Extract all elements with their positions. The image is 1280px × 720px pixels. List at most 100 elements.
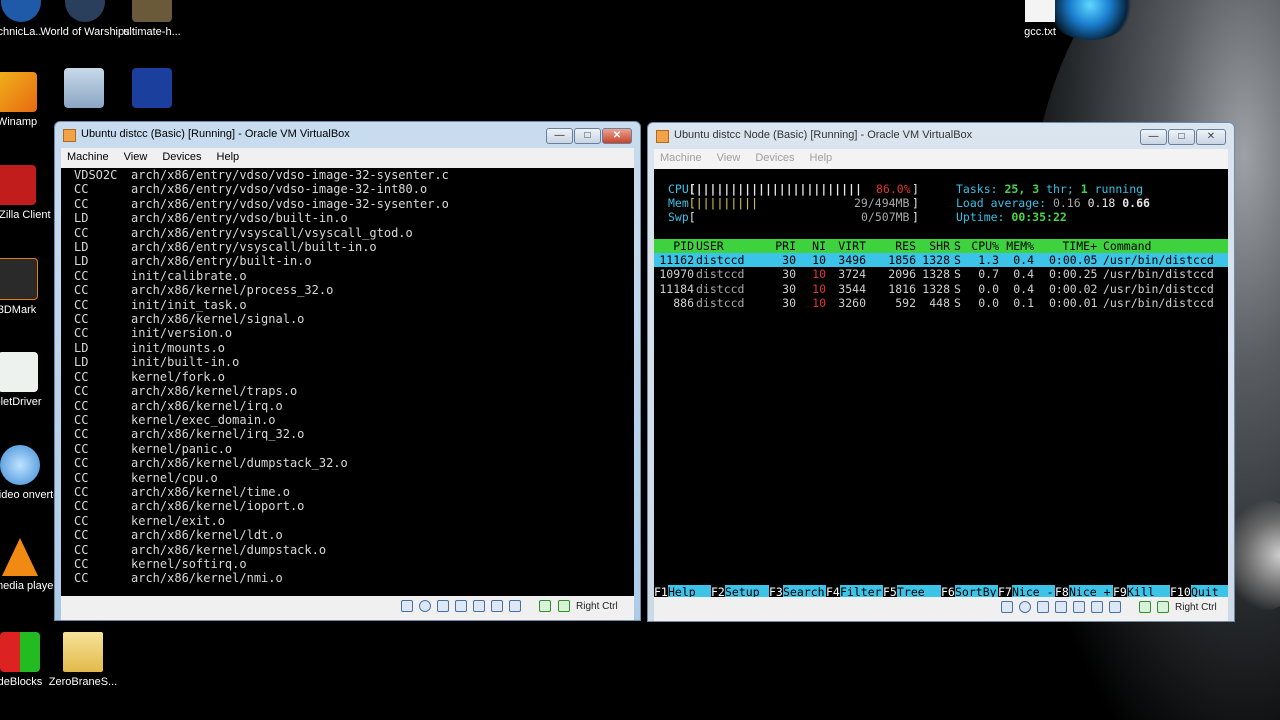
vm-screen[interactable]: VDSO2C arch/x86/entry/vdso/vdso-image-32-… bbox=[61, 168, 634, 596]
mouse-integration-icon[interactable] bbox=[558, 600, 570, 612]
audio-icon[interactable] bbox=[1037, 601, 1049, 613]
build-step-path: arch/x86/kernel/irq.o bbox=[131, 398, 283, 413]
vm-screen-htop[interactable]: CPU[|||||||||||||||||||||||| 86.0% ] Mem… bbox=[654, 169, 1228, 597]
build-step-tag: CC bbox=[74, 441, 89, 456]
fkey-label-search[interactable]: Search bbox=[783, 585, 825, 597]
fkey-label-filter[interactable]: Filter bbox=[840, 585, 882, 597]
network-icon[interactable] bbox=[1055, 601, 1067, 613]
fkey-f2[interactable]: F2 bbox=[711, 585, 725, 597]
mouse-integration-icon[interactable] bbox=[1157, 601, 1169, 613]
fkey-f1[interactable]: F1 bbox=[654, 585, 668, 597]
column-header-pid[interactable]: PID bbox=[654, 239, 694, 253]
column-header-shr[interactable]: SHR bbox=[920, 239, 950, 253]
shared-folders-icon[interactable] bbox=[491, 600, 503, 612]
display-icon[interactable] bbox=[509, 600, 521, 612]
desktop-icon-3dmark[interactable]: 3DMark bbox=[0, 258, 62, 317]
menu-view[interactable]: View bbox=[711, 149, 747, 167]
column-header-pri[interactable]: PRI bbox=[768, 239, 796, 253]
usb-icon[interactable] bbox=[473, 600, 485, 612]
network-icon[interactable] bbox=[455, 600, 467, 612]
audio-icon[interactable] bbox=[437, 600, 449, 612]
fkey-f6[interactable]: F6 bbox=[941, 585, 955, 597]
fkey-label-kill[interactable]: Kill bbox=[1127, 585, 1155, 597]
close-button[interactable]: ✕ bbox=[602, 128, 632, 144]
fkey-f4[interactable]: F4 bbox=[826, 585, 840, 597]
fkey-f9[interactable]: F9 bbox=[1113, 585, 1127, 597]
shared-folders-icon[interactable] bbox=[1091, 601, 1103, 613]
process-pid: 10970 bbox=[659, 267, 694, 282]
process-row[interactable]: 10970 distccd 30 10 3724 2096 1328 S 0.7 0.4 0:00.… bbox=[654, 267, 1228, 281]
title-bar[interactable]: Ubuntu distcc Node (Basic) [Running] - O… bbox=[648, 123, 1234, 149]
minimize-button[interactable]: — bbox=[1140, 129, 1167, 145]
build-step-tag: CC bbox=[74, 427, 89, 442]
menu-help[interactable]: Help bbox=[211, 148, 246, 166]
close-button[interactable]: ✕ bbox=[1196, 129, 1226, 145]
fkey-f3[interactable]: F3 bbox=[769, 585, 783, 597]
fkey-f5[interactable]: F5 bbox=[883, 585, 897, 597]
capture-icon[interactable] bbox=[1139, 601, 1151, 613]
build-step-tag: LD bbox=[74, 355, 89, 370]
optical-drive-icon[interactable] bbox=[419, 600, 431, 612]
column-header-time[interactable]: TIME+ bbox=[1049, 239, 1097, 253]
desktop-icon-partial-1[interactable] bbox=[62, 68, 106, 112]
column-header-res[interactable]: RES bbox=[876, 239, 916, 253]
title-bar[interactable]: Ubuntu distcc (Basic) [Running] - Oracle… bbox=[55, 122, 640, 148]
fkey-label-nice[interactable]: Nice - bbox=[1012, 585, 1054, 597]
video-converter-icon bbox=[0, 445, 40, 485]
process-virt: 3724 bbox=[838, 267, 866, 282]
menu-machine[interactable]: Machine bbox=[61, 148, 115, 166]
desktop-icon-gcc-txt[interactable]: gcc.txt bbox=[995, 0, 1085, 39]
desktop-icon-ultimate-h[interactable]: ultimate-h... bbox=[107, 0, 197, 39]
menu-devices[interactable]: Devices bbox=[156, 148, 207, 166]
desktop-icon-partial-2[interactable] bbox=[130, 68, 174, 112]
fkey-label-tree[interactable]: Tree bbox=[897, 585, 925, 597]
process-row[interactable]: 11184 distccd 30 10 3544 1816 1328 S 0.0 0.4 0:00.… bbox=[654, 282, 1228, 296]
column-header-mem[interactable]: MEM% bbox=[1004, 239, 1034, 253]
process-row[interactable]: 886 distccd 30 10 3260 592 448 S 0.0 0.1 0:00.01/u… bbox=[654, 296, 1228, 310]
hdd-icon[interactable] bbox=[1001, 601, 1013, 613]
build-step-path: arch/x86/kernel/nmi.o bbox=[131, 571, 283, 586]
menu-devices[interactable]: Devices bbox=[749, 149, 800, 167]
column-header-virt[interactable]: VIRT bbox=[830, 239, 866, 253]
menu-view[interactable]: View bbox=[118, 148, 154, 166]
process-mem: 0.4 bbox=[1013, 267, 1034, 282]
desktop-icon-filezilla[interactable]: FileZilla Client bbox=[0, 165, 61, 222]
fkey-label-quit[interactable]: Quit bbox=[1191, 585, 1219, 597]
build-step-path: arch/x86/kernel/irq_32.o bbox=[131, 427, 305, 442]
fkey-label-nice[interactable]: Nice + bbox=[1069, 585, 1111, 597]
column-header-s[interactable]: S bbox=[954, 239, 964, 253]
column-header-ni[interactable]: NI bbox=[804, 239, 826, 253]
process-cmd: /usr/bin/distccd bbox=[1103, 296, 1214, 311]
maximize-button[interactable]: □ bbox=[1168, 129, 1195, 145]
fkey-f8[interactable]: F8 bbox=[1055, 585, 1069, 597]
fkey-label-help[interactable]: Help bbox=[668, 585, 696, 597]
fkey-f10[interactable]: F10 bbox=[1170, 585, 1191, 597]
build-log-line: CC arch/x86/kernel/time.o bbox=[74, 485, 634, 499]
column-header-command[interactable]: Command bbox=[1103, 239, 1228, 253]
capture-icon[interactable] bbox=[539, 600, 551, 612]
minimize-button[interactable]: — bbox=[546, 128, 573, 144]
build-step-tag: CC bbox=[74, 571, 89, 586]
fkey-label-setup[interactable]: Setup bbox=[725, 585, 760, 597]
hdd-icon[interactable] bbox=[401, 600, 413, 612]
process-cmd: /usr/bin/distccd bbox=[1103, 253, 1214, 267]
maximize-button[interactable]: □ bbox=[574, 128, 601, 144]
virtualbox-window-ubuntu-distcc[interactable]: Ubuntu distcc (Basic) [Running] - Oracle… bbox=[54, 121, 641, 621]
menu-help[interactable]: Help bbox=[804, 149, 839, 167]
virtualbox-window-ubuntu-distcc-node[interactable]: Ubuntu distcc Node (Basic) [Running] - O… bbox=[647, 122, 1235, 622]
process-row[interactable]: 11162 distccd 30 10 3496 1856 1328 S 1.3 0.4 0:00.… bbox=[654, 253, 1228, 267]
usb-icon[interactable] bbox=[1073, 601, 1085, 613]
desktop-icon-winamp[interactable]: Winamp bbox=[0, 72, 62, 129]
build-log-line: CC init/calibrate.o bbox=[74, 269, 634, 283]
column-header-user[interactable]: USER bbox=[696, 239, 756, 253]
swap-meter-close: ] bbox=[912, 210, 919, 224]
build-step-path: kernel/fork.o bbox=[131, 369, 225, 384]
fkey-label-sortby[interactable]: SortBy bbox=[955, 585, 997, 597]
process-s: S bbox=[954, 267, 961, 282]
menu-machine[interactable]: Machine bbox=[654, 149, 708, 167]
fkey-f7[interactable]: F7 bbox=[998, 585, 1012, 597]
desktop-icon-zerobrane[interactable]: ZeroBraneS... bbox=[38, 632, 128, 689]
optical-drive-icon[interactable] bbox=[1019, 601, 1031, 613]
display-icon[interactable] bbox=[1109, 601, 1121, 613]
column-header-cpu[interactable]: CPU% bbox=[967, 239, 999, 253]
